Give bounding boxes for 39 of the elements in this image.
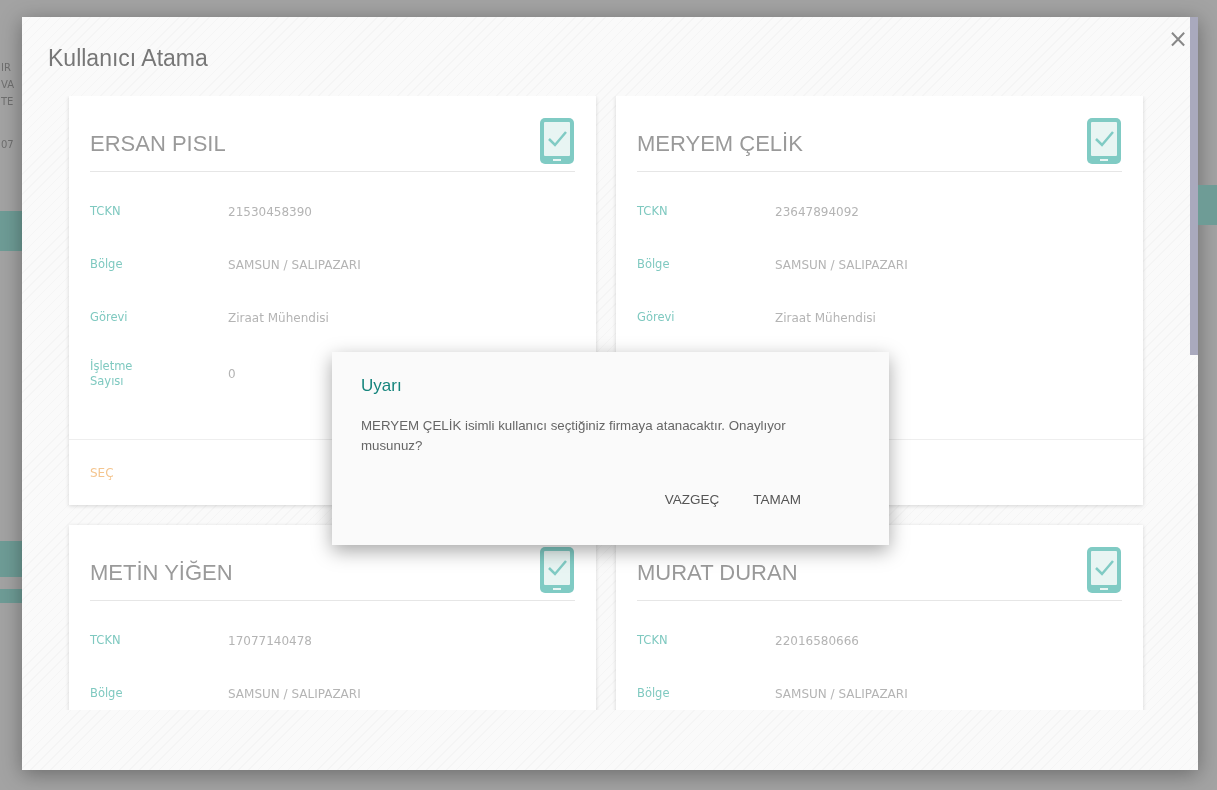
field-label: Bölge bbox=[90, 257, 124, 272]
phone-check-icon bbox=[1086, 117, 1122, 165]
field-value: Ziraat Mühendisi bbox=[228, 310, 329, 325]
dialog-button[interactable]: TAMAM bbox=[743, 486, 811, 513]
field-label: Görevi bbox=[90, 310, 129, 325]
field-label: İşletme Sayısı bbox=[90, 359, 134, 389]
field-label: Bölge bbox=[90, 686, 124, 701]
field-value: 0 bbox=[228, 367, 236, 381]
field-value: SAMSUN / SALIPAZARI bbox=[228, 257, 361, 272]
field-label: TCKN bbox=[90, 204, 122, 219]
dialog-title: Uyarı bbox=[361, 376, 403, 396]
background-bar bbox=[1198, 185, 1217, 225]
field-value: SAMSUN / SALIPAZARI bbox=[228, 686, 361, 701]
field-label: Görevi bbox=[637, 310, 676, 325]
phone-check-icon bbox=[539, 117, 575, 165]
field-value: 23647894092 bbox=[775, 204, 859, 219]
field-label: TCKN bbox=[90, 633, 122, 648]
background-bar bbox=[0, 211, 22, 251]
field-value: SAMSUN / SALIPAZARI bbox=[775, 257, 908, 272]
modal-title: Kullanıcı Atama bbox=[48, 45, 208, 72]
field-label: Bölge bbox=[637, 686, 671, 701]
field-value: 17077140478 bbox=[228, 633, 312, 648]
dialog-button[interactable]: VAZGEÇ bbox=[654, 486, 730, 513]
background-bar bbox=[0, 589, 22, 603]
field-label: TCKN bbox=[637, 633, 669, 648]
user-name: METİN YİĞEN bbox=[90, 560, 233, 587]
user-name: ERSAN PISIL bbox=[90, 131, 226, 158]
background-bar bbox=[0, 541, 22, 577]
field-value: Ziraat Mühendisi bbox=[775, 310, 876, 325]
user-name: MURAT DURAN bbox=[637, 560, 798, 587]
field-value: SAMSUN / SALIPAZARI bbox=[775, 686, 908, 701]
field-value: 21530458390 bbox=[228, 204, 312, 219]
dialog-message: MERYEM ÇELİK isimli kullanıcı seçtiğiniz firmaya atanacaktır. Onaylıyor musunuz? bbox=[361, 417, 787, 455]
phone-check-icon bbox=[1086, 546, 1122, 594]
field-value: 22016580666 bbox=[775, 633, 859, 648]
user-name: MERYEM ÇELİK bbox=[637, 131, 803, 158]
field-label: TCKN bbox=[637, 204, 669, 219]
field-label: Bölge bbox=[637, 257, 671, 272]
phone-check-icon bbox=[539, 546, 575, 594]
